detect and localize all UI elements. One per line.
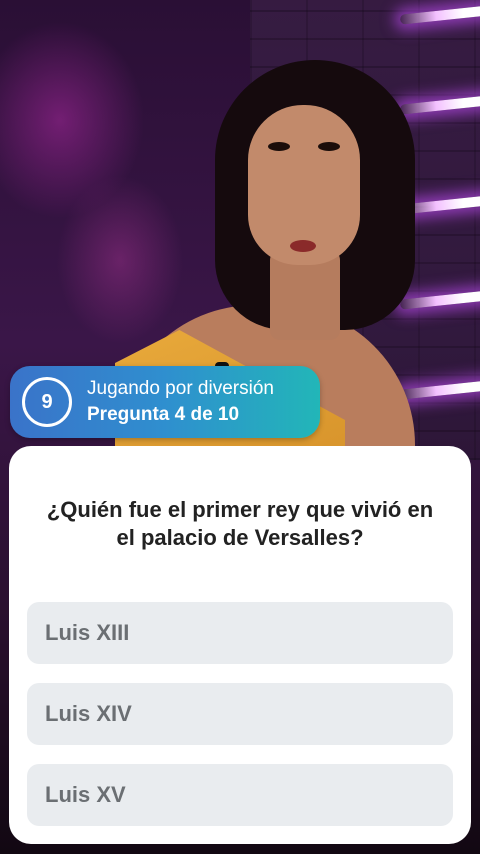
game-status-banner: 9 Jugando por diversión Pregunta 4 de 10 xyxy=(10,366,320,438)
answer-label: Luis XV xyxy=(45,782,126,807)
answer-option-2[interactable]: Luis XIV xyxy=(27,683,453,745)
presenter-eye xyxy=(318,142,340,151)
countdown-timer: 9 xyxy=(22,377,72,427)
game-mode-text: Jugando por diversión xyxy=(87,378,274,399)
question-text: ¿Quién fue el primer rey que vivió en el… xyxy=(46,497,434,550)
timer-value: 9 xyxy=(41,390,53,413)
question-progress: Pregunta 4 de 10 xyxy=(87,404,240,425)
answer-label: Luis XIII xyxy=(45,620,130,645)
answer-option-3[interactable]: Luis XV xyxy=(27,764,453,826)
presenter-mouth xyxy=(290,240,316,252)
presenter-eye xyxy=(268,142,290,151)
answer-label: Luis XIV xyxy=(45,701,132,726)
question-card: ¿Quién fue el primer rey que vivió en el… xyxy=(9,446,471,844)
answer-option-1[interactable]: Luis XIII xyxy=(27,602,453,664)
